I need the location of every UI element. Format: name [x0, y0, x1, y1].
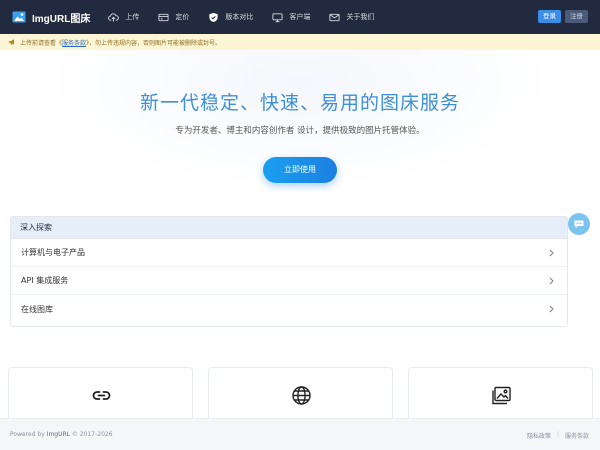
footer-powered-prefix: Powered by: [10, 431, 47, 438]
page-footer: Powered by ImgURL © 2017-2026 隐私政策 | 服务条…: [0, 418, 600, 450]
nav-about-label: 关于我们: [346, 13, 375, 21]
mail-icon: [329, 13, 340, 21]
footer-links: 隐私政策 | 服务条款: [521, 431, 589, 440]
main-nav: 上传 定价 版本对比 客户端 关于我们: [108, 0, 393, 34]
register-button[interactable]: 注册: [565, 10, 588, 23]
brand-logo-link[interactable]: ImgURL图床: [12, 0, 90, 34]
explore-item-gallery[interactable]: 在线图库: [11, 295, 567, 323]
image-gallery-icon: [492, 386, 511, 405]
explore-item-label: API 集成服务: [21, 276, 69, 285]
hero-title: 新一代稳定、快速、易用的图床服务: [139, 92, 460, 114]
link-icon: [92, 391, 111, 400]
footer-copyright: Powered by ImgURL © 2017-2026: [10, 431, 113, 438]
chevron-right-icon: [549, 305, 554, 313]
nav-compare[interactable]: 版本对比: [208, 0, 253, 34]
footer-copyright-years: © 2017-2026: [70, 431, 113, 438]
nav-pricing-label: 定价: [175, 13, 190, 21]
image-logo-icon: [12, 11, 26, 23]
monitor-icon: [272, 12, 283, 22]
explore-item-electronics[interactable]: 计算机与电子产品: [11, 239, 567, 267]
auth-buttons: 登录 注册: [534, 10, 588, 23]
nav-client[interactable]: 客户端: [272, 0, 310, 34]
megaphone-icon: [8, 39, 14, 46]
chat-support-button[interactable]: [568, 213, 590, 235]
explore-item-label: 在线图库: [21, 304, 53, 314]
chat-bubble-icon: [574, 220, 584, 228]
hero-section: 新一代稳定、快速、易用的图床服务 专为开发者、博主和内容创作者 设计，提供极致的…: [0, 50, 600, 210]
brand-name: ImgURL图床: [32, 13, 91, 25]
chevron-right-icon: [549, 249, 554, 256]
notice-prefix: 上传前请查看《: [20, 39, 63, 47]
terms-of-service-link[interactable]: 服务条款: [565, 431, 589, 440]
privacy-policy-link[interactable]: 隐私政策: [527, 431, 551, 440]
chevron-right-icon: [549, 277, 554, 284]
top-navbar: ImgURL图床 上传 定价 版本对比 客户端 关于我们 登录 注册: [0, 0, 600, 34]
nav-compare-label: 版本对比: [225, 13, 254, 21]
nav-upload-label: 上传: [125, 13, 140, 21]
explore-panel: 深入探索 计算机与电子产品 API 集成服务 在线图库: [10, 216, 568, 327]
notice-suffix: 》，勿上传违规内容，否则图片可能被删除或封号。: [86, 39, 222, 47]
footer-separator: |: [556, 431, 559, 438]
nav-about[interactable]: 关于我们: [329, 0, 374, 34]
footer-brand-link[interactable]: ImgURL: [47, 431, 70, 438]
terms-link[interactable]: 服务条款: [62, 38, 86, 47]
nav-upload[interactable]: 上传: [108, 0, 139, 34]
hero-subtitle: 专为开发者、博主和内容创作者 设计，提供极致的图片托管体验。: [175, 126, 425, 136]
nav-pricing[interactable]: 定价: [158, 0, 189, 34]
notice-bar: 上传前请查看《 服务条款 》，勿上传违规内容，否则图片可能被删除或封号。: [0, 34, 600, 50]
explore-item-api[interactable]: API 集成服务: [11, 267, 567, 295]
nav-client-label: 客户端: [289, 13, 311, 21]
login-button[interactable]: 登录: [538, 10, 561, 23]
explore-item-label: 计算机与电子产品: [21, 248, 85, 257]
globe-icon: [292, 386, 311, 405]
price-card-icon: [158, 13, 169, 21]
shield-check-icon: [209, 12, 218, 22]
get-started-button[interactable]: 立即使用: [263, 157, 337, 183]
cloud-upload-icon: [108, 12, 120, 22]
explore-title: 深入探索: [11, 217, 567, 239]
